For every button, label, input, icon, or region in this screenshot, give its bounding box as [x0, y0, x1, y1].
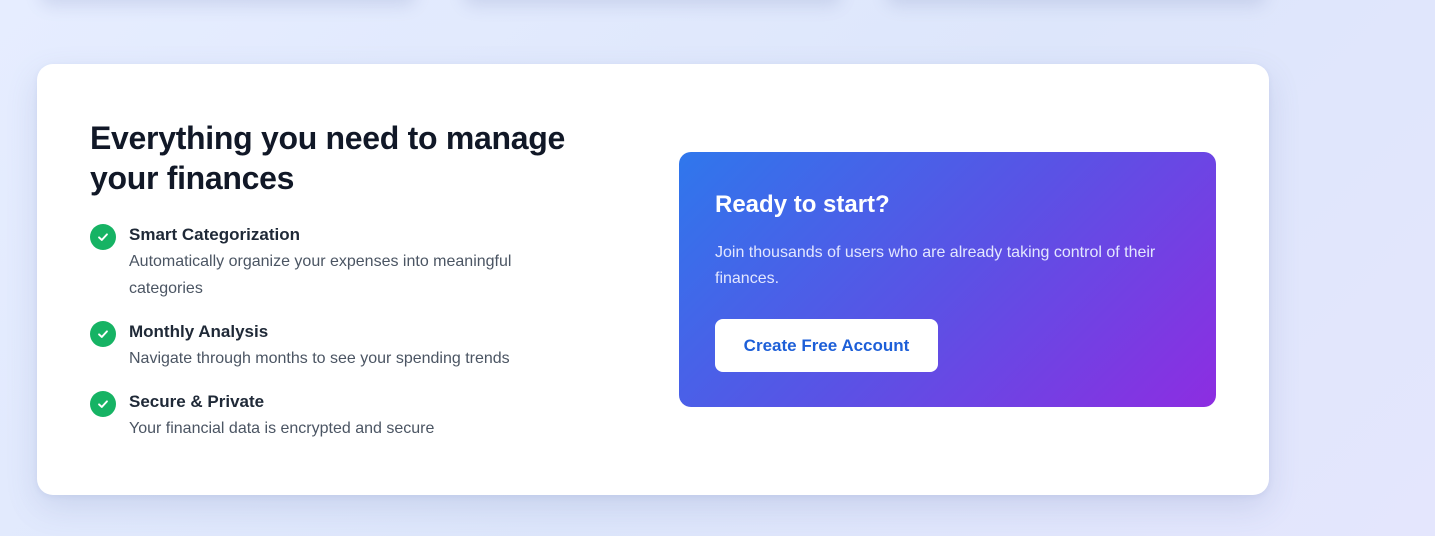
feature-title: Smart Categorization [129, 225, 300, 244]
feature-description: Your financial data is encrypted and sec… [129, 420, 435, 437]
feature-description: Navigate through months to see your spen… [129, 350, 510, 367]
feature-item: Smart Categorization Automatically organ… [90, 224, 569, 302]
cta-description: Join thousands of users who are already … [715, 244, 1156, 287]
create-account-button[interactable]: Create Free Account [715, 319, 938, 372]
check-circle-icon [90, 224, 116, 250]
feature-item: Secure & Private Your financial data is … [90, 391, 569, 442]
check-circle-icon [90, 321, 116, 347]
feature-item: Monthly Analysis Navigate through months… [90, 321, 569, 372]
feature-title: Monthly Analysis [129, 322, 269, 341]
features-card: Everything you need to manage your finan… [37, 64, 1269, 495]
cta-title: Ready to start? [715, 191, 890, 218]
check-circle-icon [90, 391, 116, 417]
feature-description: Automatically organize your expenses int… [129, 253, 512, 297]
section-heading: Everything you need to manage your finan… [90, 120, 565, 196]
feature-title: Secure & Private [129, 392, 265, 411]
cta-panel: Ready to start? Join thousands of users … [679, 152, 1216, 407]
